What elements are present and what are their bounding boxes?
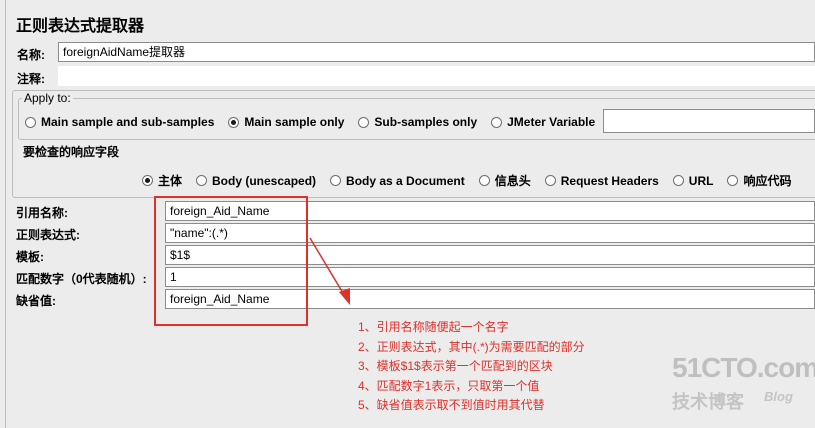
radio-selected-icon[interactable] <box>142 175 153 186</box>
watermark-logo: 51CTO.com <box>672 352 815 383</box>
radio-selected-icon[interactable] <box>228 116 240 128</box>
annotation-line: 5、缺省值表示取不到值时用其代替 <box>358 398 545 412</box>
response-field-options: 主体 Body (unescaped) Body as a Document 信… <box>142 172 805 189</box>
radio-label: Main sample only <box>244 115 345 129</box>
radio-body-document[interactable]: Body as a Document <box>330 174 465 188</box>
regex-label: 正则表达式: <box>16 228 80 242</box>
radio-icon[interactable] <box>544 175 556 186</box>
radio-icon[interactable] <box>672 175 684 186</box>
annotation-line: 4、匹配数字1表示，只取第一个值 <box>358 378 540 393</box>
reference-name-label: 引用名称: <box>16 206 68 220</box>
radio-sub-only[interactable]: Sub-samples only <box>358 115 477 129</box>
radio-label: 响应代码 <box>743 174 792 188</box>
annotation-notes: 1、引用名称随便起一个名字 2、正则表达式，其中(.*)为需要匹配的部分 3、模… <box>358 318 585 416</box>
radio-icon[interactable] <box>358 116 370 128</box>
radio-main-and-sub[interactable]: Main sample and sub-samples <box>25 115 214 129</box>
apply-to-options: Main sample and sub-samples Main sample … <box>25 115 609 129</box>
radio-label: Request Headers <box>560 173 659 188</box>
radio-headers[interactable]: 信息头 <box>478 172 531 189</box>
radio-icon[interactable] <box>25 116 36 128</box>
radio-label: Body (unescaped) <box>212 173 317 188</box>
page-title: 正则表达式提取器 <box>16 18 145 35</box>
radio-main-only[interactable]: Main sample only <box>228 115 344 129</box>
comment-label: 注释: <box>17 72 45 86</box>
name-label: 名称: <box>17 48 45 62</box>
jmeter-variable-input[interactable] <box>603 109 815 133</box>
radio-label: Main sample and sub-samples <box>41 115 215 129</box>
response-field-legend: 要检查的响应字段 <box>23 145 120 159</box>
comment-input[interactable] <box>58 66 815 86</box>
template-label: 模板: <box>16 250 44 264</box>
watermark-subtitle: 技术博客 <box>672 392 744 412</box>
radio-jmeter-variable[interactable]: JMeter Variable <box>491 115 595 129</box>
radio-label: Sub-samples only <box>374 115 478 129</box>
annotation-highlight-box <box>154 196 308 326</box>
radio-request-headers[interactable]: Request Headers <box>544 173 659 188</box>
radio-label: 信息头 <box>494 174 531 188</box>
radio-response-code[interactable]: 响应代码 <box>727 172 791 189</box>
radio-body[interactable]: 主体 <box>142 172 182 189</box>
radio-label: JMeter Variable <box>507 115 596 129</box>
radio-icon[interactable] <box>196 175 208 186</box>
radio-icon[interactable] <box>478 175 490 186</box>
name-input[interactable]: foreignAidName提取器 <box>58 42 815 62</box>
radio-icon[interactable] <box>330 175 342 186</box>
default-value-label: 缺省值: <box>16 294 56 308</box>
match-number-label: 匹配数字（0代表随机）: <box>16 272 147 286</box>
radio-label: URL <box>688 173 714 188</box>
annotation-line: 2、正则表达式，其中(.*)为需要匹配的部分 <box>358 339 585 354</box>
radio-icon[interactable] <box>491 116 503 128</box>
radio-icon[interactable] <box>727 175 739 186</box>
annotation-line: 1、引用名称随便起一个名字 <box>358 320 509 334</box>
radio-url[interactable]: URL <box>672 173 714 188</box>
radio-label: Body as a Document <box>346 173 465 188</box>
radio-body-unescaped[interactable]: Body (unescaped) <box>196 174 316 188</box>
annotation-line: 3、模板$1$表示第一个匹配到的区块 <box>358 359 553 373</box>
watermark-blog: Blog <box>764 389 793 404</box>
apply-to-legend: Apply to: <box>22 91 73 105</box>
radio-label: 主体 <box>158 174 183 188</box>
annotation-arrow-icon <box>309 237 350 305</box>
